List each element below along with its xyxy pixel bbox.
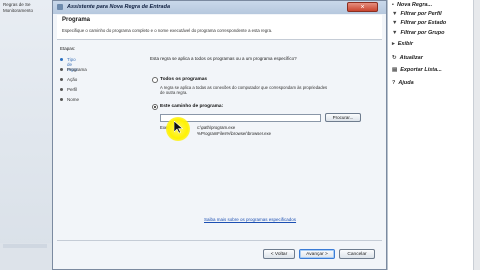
action-label: Exportar Lista...: [400, 67, 442, 73]
step-bullet-icon: [60, 78, 63, 81]
background-left-status: [0, 243, 52, 270]
action-item[interactable]: ▸ Exibir: [392, 41, 413, 47]
close-button[interactable]: ×: [347, 2, 378, 12]
filter-icon: ▼: [392, 20, 398, 26]
step-label: Perfil: [67, 87, 78, 92]
action-label: Exibir: [397, 41, 414, 47]
actions-scrollbar[interactable]: [473, 0, 480, 270]
back-button[interactable]: < Voltar: [263, 249, 295, 259]
step-label: Programa: [67, 67, 87, 72]
export-icon: ▤: [392, 67, 398, 73]
all-programs-description: A regra se aplica a todas as conexões do…: [160, 85, 328, 95]
action-item[interactable]: ▼ Filtrar por Grupo: [392, 30, 444, 36]
tree-item-label: Monitoramento: [3, 8, 34, 13]
tree-item[interactable]: Monitoramento: [3, 8, 33, 13]
learn-more-link[interactable]: Saiba mais sobre os programas especifica…: [204, 217, 296, 222]
tree-item[interactable]: Regras de Se: [3, 2, 31, 7]
view-icon: ▸: [392, 41, 395, 47]
actions-pane: ▪ Nova Regra... ▼ Filtrar por Perfil ▼ Filt…: [387, 0, 480, 270]
background-left-pane: Regras de Se Monitoramento: [0, 0, 52, 270]
footer-divider: [57, 240, 382, 241]
step-bullet-icon: [60, 68, 63, 71]
action-label: Atualizar: [399, 55, 423, 61]
program-path-label[interactable]: Este caminho de programa:: [160, 104, 223, 109]
all-programs-label[interactable]: Todos os programas: [160, 77, 207, 82]
scope-question: Esta regra se aplica a todos os programa…: [150, 56, 297, 61]
step-label: Ação: [67, 77, 78, 82]
action-item[interactable]: ▪ Nova Regra...: [392, 2, 432, 8]
step-bullet-icon: [60, 98, 63, 101]
action-item[interactable]: ? Ajuda: [392, 80, 414, 86]
example-path: c:\path\program.exe: [197, 125, 236, 130]
example-path: %ProgramFiles%\browser\browser.exe: [197, 131, 272, 136]
mouse-pointer-icon: [174, 121, 183, 134]
wizard-header: Programa Especifique o caminho do progra…: [57, 15, 382, 39]
all-programs-radio[interactable]: [152, 77, 158, 83]
new-inbound-rule-wizard: Assistente para Nova Regra de Entrada × …: [52, 0, 387, 270]
action-label: Ajuda: [398, 80, 414, 86]
browse-button[interactable]: Procurar...: [325, 113, 361, 122]
cancel-button[interactable]: Cancelar: [339, 249, 375, 259]
action-item[interactable]: ↻ Atualizar: [392, 55, 423, 61]
tree-item-label: Regras de Se: [3, 2, 31, 7]
refresh-icon: ↻: [392, 55, 397, 61]
steps-title: Etapas:: [60, 46, 76, 51]
help-icon: ?: [392, 80, 396, 86]
action-label: Filtrar por Grupo: [400, 30, 445, 36]
action-item[interactable]: ▼ Filtrar por Perfil: [392, 11, 442, 17]
firewall-icon: [57, 4, 63, 10]
action-item[interactable]: ▤ Exportar Lista...: [392, 67, 442, 73]
filter-icon: ▼: [392, 30, 398, 36]
step-bullet-icon: [60, 88, 63, 91]
page-title: Programa: [62, 17, 91, 23]
action-label: Filtrar por Estado: [400, 20, 447, 26]
next-button[interactable]: Avançar >: [299, 249, 335, 259]
status-strip: [3, 244, 47, 248]
page-subtitle: Especifique o caminho do programa comple…: [62, 28, 273, 33]
action-label: Nova Regra...: [396, 2, 433, 8]
program-path-radio[interactable]: [152, 104, 158, 110]
header-divider: [57, 39, 382, 40]
step-label: Nome: [67, 97, 80, 102]
title-bar[interactable]: Assistente para Nova Regra de Entrada ×: [53, 1, 386, 14]
step-bullet-icon: [60, 58, 63, 61]
action-item[interactable]: ▼ Filtrar por Estado: [392, 20, 446, 26]
action-label: Filtrar por Perfil: [400, 11, 442, 17]
window-title: Assistente para Nova Regra de Entrada: [67, 4, 171, 10]
action-icon: ▪: [392, 2, 394, 8]
filter-icon: ▼: [392, 11, 398, 17]
